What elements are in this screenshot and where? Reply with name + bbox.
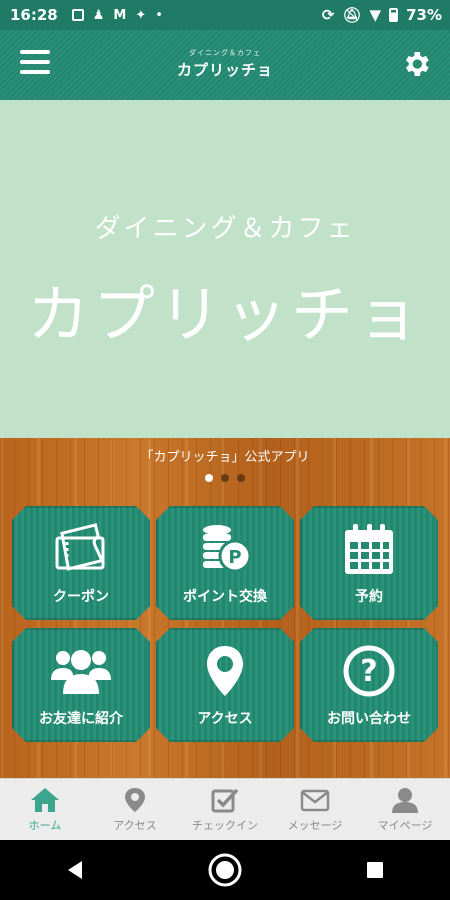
- svg-text:?: ?: [360, 654, 377, 689]
- carousel-dot[interactable]: [237, 474, 245, 482]
- status-time: 16:28: [10, 6, 58, 24]
- header-title: カプリッチョ: [176, 61, 273, 79]
- mute-icon: 🔕︎: [342, 6, 362, 24]
- carousel-dot[interactable]: [205, 474, 213, 482]
- access-button[interactable]: アクセス: [156, 628, 294, 742]
- gear-icon: [406, 52, 429, 76]
- contact-button[interactable]: ? お問い合わせ: [300, 628, 438, 742]
- gallery-notification-icon: [71, 9, 84, 21]
- wifi-icon: ▼: [369, 6, 382, 24]
- battery-icon: [389, 8, 399, 22]
- home-icon: [31, 788, 59, 812]
- access-label: アクセス: [197, 711, 253, 727]
- system-navigation: [0, 840, 450, 900]
- reservation-label: 予約: [355, 589, 383, 605]
- more-notifications-icon: •: [155, 7, 163, 23]
- nav-home[interactable]: ホーム: [0, 779, 90, 841]
- bottom-navigation: ホーム アクセス チェックイン メッセージ マイページ: [0, 778, 450, 841]
- reservation-button[interactable]: 予約: [300, 506, 438, 620]
- hero-banner[interactable]: ダイニング＆カフェ カプリッチョ: [0, 100, 450, 438]
- settings-button[interactable]: [400, 48, 432, 80]
- nav-message-label: メッセージ: [287, 819, 343, 832]
- refer-friend-button[interactable]: お友達に紹介: [12, 628, 150, 742]
- refer-friend-label: お友達に紹介: [39, 711, 123, 727]
- nav-mypage[interactable]: マイページ: [360, 779, 450, 841]
- contact-label: お問い合わせ: [327, 711, 411, 727]
- carousel-caption: 「カプリッチョ」公式アプリ: [140, 450, 310, 465]
- app-header: ダイニング＆カフェ カプリッチョ: [0, 30, 450, 100]
- nav-message[interactable]: メッセージ: [270, 779, 360, 841]
- twitter-notification-icon: ✦: [135, 7, 147, 23]
- carousel-indicator: [0, 474, 450, 482]
- users-icon: [51, 644, 111, 696]
- point-exchange-label: ポイント交換: [183, 589, 267, 605]
- rotate-icon: ⟳: [321, 6, 335, 24]
- coupon-button[interactable]: クーポン: [12, 506, 150, 620]
- menu-area: 「カプリッチョ」公式アプリ クーポン P ポイント交換 予約 お友達に紹介 アク…: [0, 438, 450, 778]
- coupon-label: クーポン: [53, 589, 109, 605]
- checkbox-icon: [211, 788, 239, 813]
- carousel-dot[interactable]: [221, 474, 229, 482]
- battery-percent: 73%: [406, 6, 442, 24]
- map-pin-icon: [205, 644, 245, 698]
- nav-access[interactable]: アクセス: [90, 779, 180, 841]
- back-button[interactable]: [55, 850, 95, 890]
- ticket-icon: [53, 522, 109, 574]
- calendar-icon: [343, 522, 395, 576]
- user-icon: [392, 788, 418, 813]
- mail-icon: [300, 789, 330, 812]
- header-subtitle: ダイニング＆カフェ: [189, 49, 261, 57]
- header-logo: ダイニング＆カフェ カプリッチョ: [0, 48, 450, 80]
- recents-button[interactable]: [355, 850, 395, 890]
- svg-text:P: P: [228, 547, 241, 568]
- gmail-notification-icon: M: [113, 7, 127, 23]
- hero-subtitle: ダイニング＆カフェ: [94, 214, 356, 244]
- nav-access-label: アクセス: [113, 819, 157, 832]
- nav-home-label: ホーム: [28, 819, 62, 832]
- nav-mypage-label: マイページ: [377, 819, 433, 832]
- home-system-button[interactable]: [205, 850, 245, 890]
- nav-checkin[interactable]: チェックイン: [180, 779, 270, 841]
- recents-square-icon: [367, 862, 383, 878]
- coins-icon: P: [197, 522, 253, 576]
- back-triangle-icon: [68, 861, 82, 879]
- hero-title: カプリッチョ: [26, 278, 423, 351]
- home-circle-icon: [208, 853, 242, 887]
- point-exchange-button[interactable]: P ポイント交換: [156, 506, 294, 620]
- question-icon: ?: [342, 644, 396, 698]
- status-bar: 16:28 ♟ M ✦ • ⟳ 🔕︎ ▼ 73%: [0, 0, 450, 30]
- person-notification-icon: ♟: [92, 7, 105, 23]
- map-pin-icon: [125, 788, 145, 812]
- nav-checkin-label: チェックイン: [192, 819, 258, 832]
